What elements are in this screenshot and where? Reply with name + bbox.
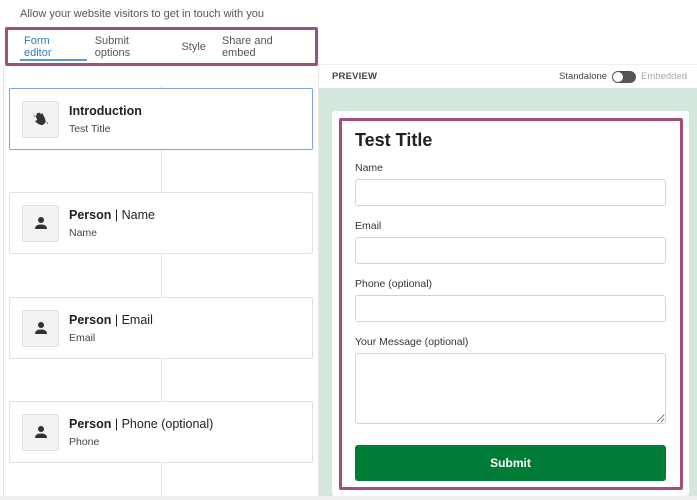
email-input[interactable] [355,237,666,264]
step-subtitle: Name [69,226,98,239]
step-title-bold: Person [69,207,112,222]
preview-panel: PREVIEW Standalone Embedded Test Title N… [318,64,697,496]
preview-header: PREVIEW Standalone Embedded [319,64,697,88]
tab-form-editor[interactable]: Form editor [16,30,87,63]
step-card-introduction[interactable]: Introduction Test Title [9,88,313,150]
step-card-person-phone[interactable]: Person | Phone (optional) Phone [9,401,313,463]
tab-bar: Form editor Submit options Style Share a… [8,30,315,63]
step-title-rest: | Name [111,207,155,222]
name-label: Name [355,162,384,174]
mode-standalone-label[interactable]: Standalone [559,71,607,82]
step-subtitle: Phone [69,435,100,448]
preview-area: Test Title Name Email Phone (optional) Y… [319,88,697,496]
phone-input[interactable] [355,295,666,322]
step-title-bold: Person [69,416,112,431]
form-title: Test Title [355,130,433,150]
form-preview-card: Test Title Name Email Phone (optional) Y… [332,111,689,496]
person-icon [22,413,59,451]
step-card-person-email[interactable]: Person | Email Email [9,297,313,359]
person-icon [22,204,59,242]
step-title-bold: Person [69,312,112,327]
standalone-embedded-switch[interactable] [612,70,637,83]
message-textarea[interactable] [355,353,666,424]
form-steps-panel: Introduction Test Title Person | Name Na… [3,66,318,496]
name-input[interactable] [355,179,666,206]
bottom-divider [0,496,697,500]
tabs-highlight-box: Form editor Submit options Style Share a… [5,27,318,66]
message-label: Your Message (optional) [355,336,469,348]
email-label: Email [355,220,382,232]
preview-label: PREVIEW [332,71,378,82]
phone-label: Phone (optional) [355,278,433,290]
step-subtitle: Email [69,331,96,344]
step-title-rest: | Phone (optional) [111,416,214,431]
step-subtitle: Test Title [69,122,111,135]
tab-style[interactable]: Style [173,30,213,63]
step-title-rest: | Email [111,312,153,327]
tab-submit-options[interactable]: Submit options [87,30,174,63]
contact-form: Test Title Name Email Phone (optional) Y… [355,130,666,481]
page-subtitle: Allow your website visitors to get in to… [20,8,264,20]
person-icon [22,309,59,347]
step-title: Introduction [69,103,142,118]
mode-embedded-label[interactable]: Embedded [641,71,687,82]
waving-hand-icon [22,100,59,138]
preview-mode-toggle: Standalone Embedded [559,70,687,83]
step-card-person-name[interactable]: Person | Name Name [9,192,313,254]
submit-button[interactable]: Submit [355,445,666,481]
tab-share-and-embed[interactable]: Share and embed [214,30,315,63]
